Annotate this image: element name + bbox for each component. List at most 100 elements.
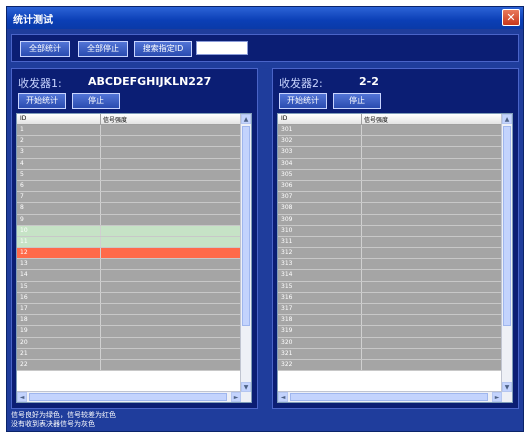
table-row[interactable]: 318 bbox=[278, 315, 502, 327]
receiver1-grid: ID 信号强度 1 2 3 4 5 6 7 8 9 10 11 12 13 14 15 16 17 18 19 20 2… bbox=[16, 113, 252, 403]
row-id: 8 bbox=[20, 204, 24, 212]
table-row[interactable]: 2 bbox=[17, 136, 241, 148]
table-row[interactable]: 22 bbox=[17, 359, 241, 372]
row-id: 11 bbox=[20, 237, 28, 245]
row-id: 307 bbox=[281, 193, 293, 201]
table-row[interactable]: 316 bbox=[278, 292, 502, 304]
table-row[interactable]: 302 bbox=[278, 136, 502, 148]
receiver1-stop-button[interactable]: 停止 bbox=[72, 93, 120, 109]
table-row[interactable]: 12 bbox=[17, 248, 241, 260]
scroll-left-icon[interactable]: ◄ bbox=[17, 392, 27, 402]
table-row[interactable]: 3 bbox=[17, 147, 241, 159]
horizontal-scrollbar[interactable]: ◄ ► bbox=[17, 391, 241, 402]
table-row[interactable]: 16 bbox=[17, 292, 241, 304]
stop-all-button[interactable]: 全部停止 bbox=[78, 41, 128, 57]
table-row[interactable]: 313 bbox=[278, 259, 502, 271]
table-row[interactable]: 314 bbox=[278, 270, 502, 282]
table-row[interactable]: 8 bbox=[17, 203, 241, 215]
scroll-down-icon[interactable]: ▼ bbox=[502, 382, 512, 392]
scroll-thumb[interactable] bbox=[503, 126, 511, 326]
row-id: 309 bbox=[281, 215, 293, 223]
title-bar: 统计测试 ✕ bbox=[7, 7, 523, 29]
cell-divider bbox=[361, 169, 362, 180]
row-id: 6 bbox=[20, 181, 24, 189]
vertical-scrollbar[interactable]: ▲ ▼ bbox=[240, 114, 251, 392]
table-row[interactable]: 4 bbox=[17, 158, 241, 170]
table-row[interactable]: 319 bbox=[278, 326, 502, 338]
table-row[interactable]: 307 bbox=[278, 192, 502, 204]
table-row[interactable]: 315 bbox=[278, 281, 502, 293]
cell-divider bbox=[361, 259, 362, 270]
table-row[interactable]: 1 bbox=[17, 125, 241, 137]
table-row[interactable]: 306 bbox=[278, 180, 502, 193]
row-id: 12 bbox=[20, 249, 28, 257]
table-row[interactable]: 6 bbox=[17, 180, 241, 193]
cell-divider bbox=[100, 337, 101, 348]
search-id-button[interactable]: 搜索指定ID bbox=[134, 41, 192, 57]
table-row[interactable]: 309 bbox=[278, 214, 502, 226]
table-row[interactable]: 310 bbox=[278, 225, 502, 237]
scroll-corner bbox=[241, 392, 251, 402]
table-row[interactable]: 5 bbox=[17, 169, 241, 181]
table-row[interactable]: 317 bbox=[278, 304, 502, 316]
table-row[interactable]: 17 bbox=[17, 304, 241, 316]
receiver1-start-button[interactable]: 开始统计 bbox=[18, 93, 66, 109]
table-row[interactable]: 10 bbox=[17, 225, 241, 237]
table-row[interactable]: 20 bbox=[17, 337, 241, 349]
row-id: 15 bbox=[20, 282, 28, 290]
row-id: 13 bbox=[20, 260, 28, 268]
close-button[interactable]: ✕ bbox=[502, 9, 520, 26]
cell-divider bbox=[361, 203, 362, 214]
cell-divider bbox=[361, 304, 362, 315]
scroll-thumb[interactable] bbox=[242, 126, 250, 326]
table-row[interactable]: 7 bbox=[17, 192, 241, 204]
table-row[interactable]: 312 bbox=[278, 248, 502, 260]
table-row[interactable]: 19 bbox=[17, 326, 241, 338]
vertical-scrollbar[interactable]: ▲ ▼ bbox=[501, 114, 512, 392]
receiver2-start-button[interactable]: 开始统计 bbox=[279, 93, 327, 109]
receiver2-stop-button[interactable]: 停止 bbox=[333, 93, 381, 109]
cell-divider bbox=[100, 304, 101, 315]
scroll-thumb-horizontal[interactable] bbox=[29, 393, 227, 401]
column-header-signal[interactable]: 信号强度 bbox=[364, 115, 388, 124]
table-row[interactable]: 21 bbox=[17, 348, 241, 360]
row-id: 321 bbox=[281, 349, 293, 357]
scroll-left-icon[interactable]: ◄ bbox=[278, 392, 288, 402]
column-header-signal[interactable]: 信号强度 bbox=[103, 115, 127, 124]
id-search-input[interactable] bbox=[196, 41, 248, 55]
table-row[interactable]: 11 bbox=[17, 236, 241, 249]
scroll-down-icon[interactable]: ▼ bbox=[241, 382, 251, 392]
row-id: 301 bbox=[281, 126, 293, 133]
stat-all-button[interactable]: 全部统计 bbox=[20, 41, 70, 57]
table-row[interactable]: 9 bbox=[17, 214, 241, 226]
table-row[interactable]: 303 bbox=[278, 147, 502, 159]
cell-divider bbox=[361, 214, 362, 225]
cell-divider bbox=[361, 147, 362, 158]
scroll-right-icon[interactable]: ► bbox=[231, 392, 241, 402]
table-row[interactable]: 13 bbox=[17, 259, 241, 271]
scroll-up-icon[interactable]: ▲ bbox=[502, 114, 512, 124]
column-header-id[interactable]: ID bbox=[281, 115, 287, 122]
table-row[interactable]: 15 bbox=[17, 281, 241, 293]
table-row[interactable]: 321 bbox=[278, 348, 502, 360]
table-row[interactable]: 18 bbox=[17, 315, 241, 327]
column-header-id[interactable]: ID bbox=[20, 115, 26, 122]
receiver1-panel: 收发器1: ABCDEFGHIJKLN227 开始统计 停止 ID 信号强度 1… bbox=[11, 68, 258, 409]
table-row[interactable]: 305 bbox=[278, 169, 502, 181]
table-row[interactable]: 311 bbox=[278, 236, 502, 249]
table-row[interactable]: 308 bbox=[278, 203, 502, 215]
cell-divider bbox=[100, 125, 101, 136]
horizontal-scrollbar[interactable]: ◄ ► bbox=[278, 391, 502, 402]
table-row[interactable]: 14 bbox=[17, 270, 241, 282]
cell-divider bbox=[100, 248, 101, 259]
receiver1-rows: 1 2 3 4 5 6 7 8 9 10 11 12 13 14 15 16 17 18 19 20 21 22 bbox=[17, 125, 241, 372]
scroll-thumb-horizontal[interactable] bbox=[290, 393, 488, 401]
scroll-up-icon[interactable]: ▲ bbox=[241, 114, 251, 124]
table-row[interactable]: 304 bbox=[278, 158, 502, 170]
table-row[interactable]: 320 bbox=[278, 337, 502, 349]
cell-divider bbox=[361, 225, 362, 236]
scroll-right-icon[interactable]: ► bbox=[492, 392, 502, 402]
table-row[interactable]: 322 bbox=[278, 359, 502, 372]
row-id: 303 bbox=[281, 148, 293, 156]
table-row[interactable]: 301 bbox=[278, 125, 502, 137]
